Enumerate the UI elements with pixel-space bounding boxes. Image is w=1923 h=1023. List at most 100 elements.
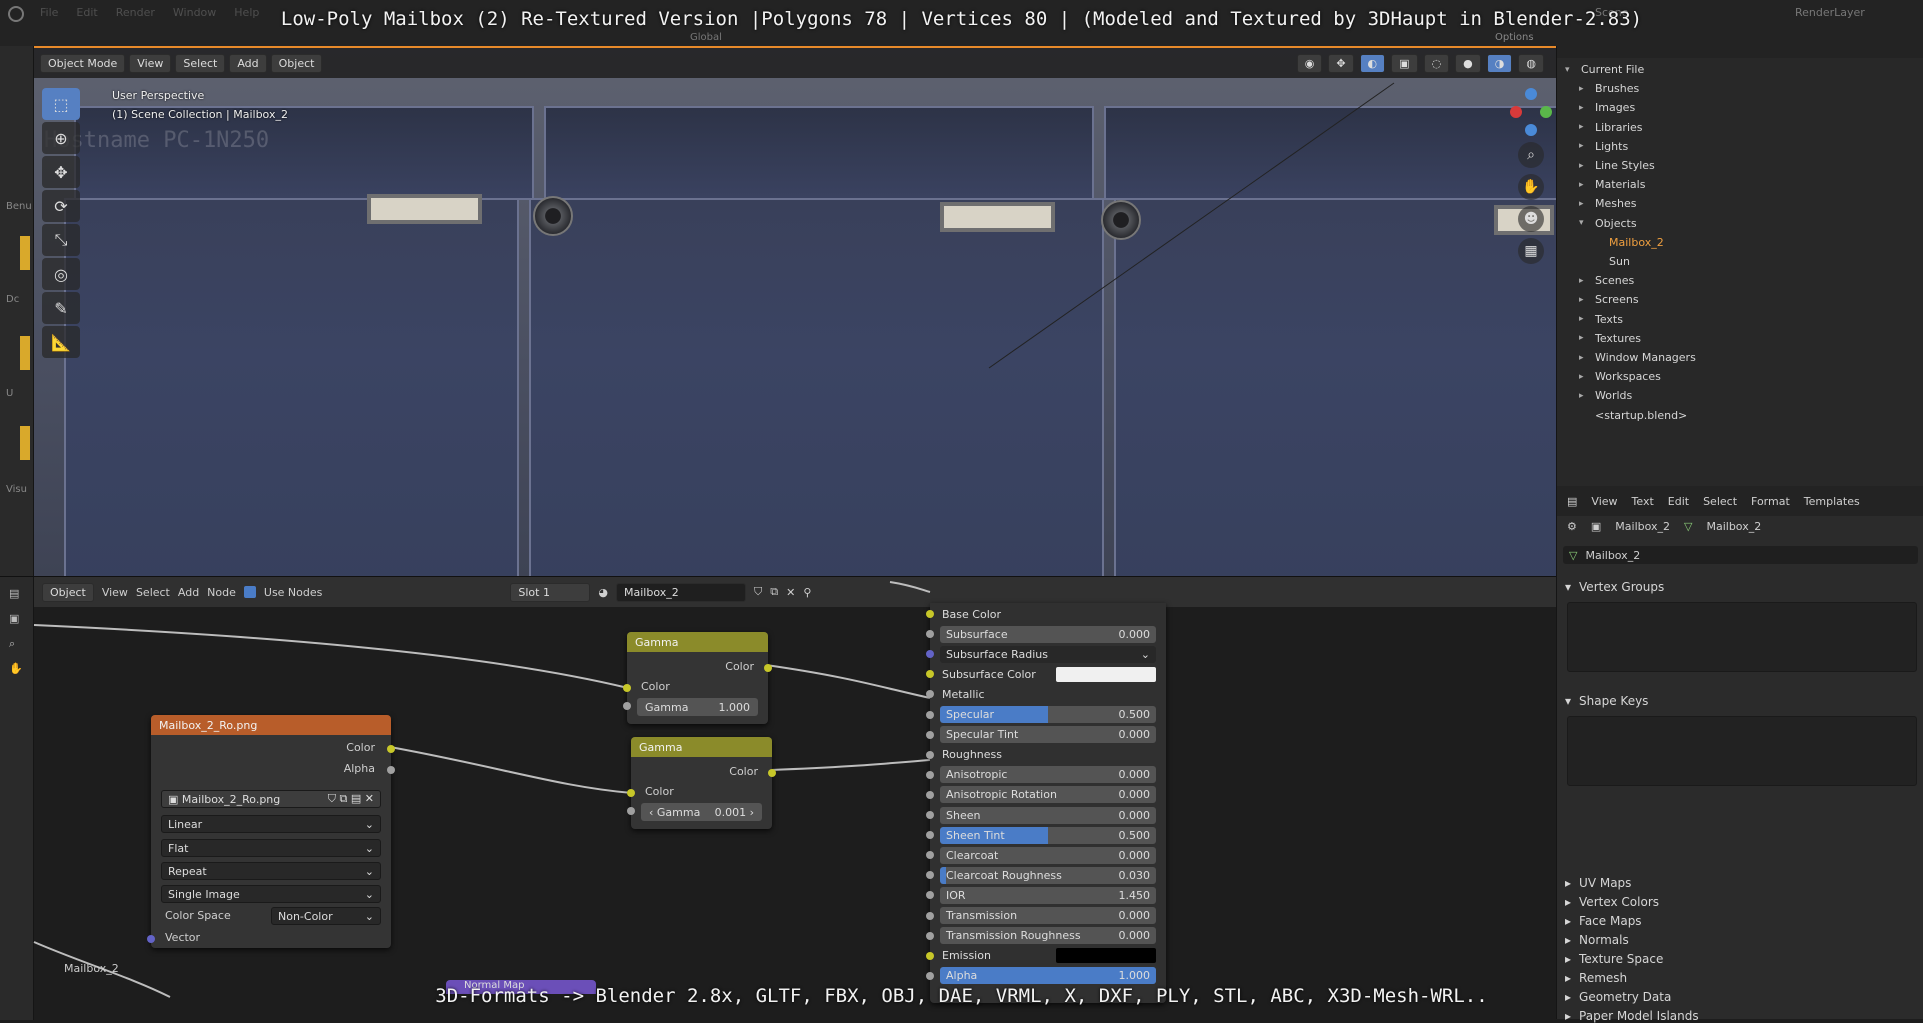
bsdf-value-field[interactable]: Sheen 0.000 <box>940 806 1156 824</box>
bsdf-socket[interactable] <box>926 770 934 779</box>
expand-closed-icon[interactable]: ▸ <box>1579 161 1589 171</box>
bsdf-socket[interactable] <box>926 730 934 739</box>
bsdf-input-anisotropic-rotation[interactable]: Anisotropic Rotation 0.000 <box>926 786 1170 804</box>
outliner-item[interactable]: ▸ Meshes <box>1579 194 1636 213</box>
expand-open-icon[interactable]: ▾ <box>1579 218 1589 228</box>
image-actions-icon[interactable]: ⛉ ⧉ ▤ ✕ <box>328 792 374 806</box>
bsdf-value-field[interactable]: Anisotropic 0.000 <box>940 766 1156 784</box>
outliner-item[interactable]: ▸ Materials <box>1579 175 1645 194</box>
expand-closed-icon[interactable]: ▸ <box>1579 84 1589 94</box>
bsdf-value-field[interactable]: Anisotropic Rotation 0.000 <box>940 786 1156 804</box>
visibility-icon[interactable]: ◉ <box>1296 53 1323 73</box>
section-vertex-colors[interactable]: ▸ Vertex Colors <box>1565 895 1659 909</box>
gamma-1-output-socket[interactable] <box>764 664 772 672</box>
outliner-item[interactable]: ▾ Current File <box>1565 60 1644 79</box>
outliner-item[interactable]: ▸ Workspaces <box>1579 367 1661 386</box>
image-color-output-socket[interactable] <box>387 745 395 753</box>
bsdf-socket[interactable] <box>926 871 934 880</box>
expand-closed-icon[interactable]: ▸ <box>1579 122 1589 132</box>
bsdf-input-specular-tint[interactable]: Specular Tint 0.000 <box>926 726 1170 744</box>
outliner-item[interactable]: ▸ Libraries <box>1579 118 1643 137</box>
bsdf-input-metallic[interactable]: Metallic <box>926 685 1170 703</box>
outliner-item[interactable]: ▸ Images <box>1579 98 1635 117</box>
expand-closed-icon[interactable]: ▸ <box>1579 295 1589 305</box>
bsdf-value-field[interactable]: IOR 1.450 <box>940 886 1156 904</box>
image-alpha-output-socket[interactable] <box>387 766 395 774</box>
3d-viewport[interactable]: Object Mode View Select Add Object ◉ ✥ ◐… <box>34 46 1556 576</box>
bsdf-socket[interactable] <box>926 851 934 860</box>
bsdf-value-field[interactable]: Subsurface 0.000 <box>940 625 1156 643</box>
shader-node-editor[interactable]: ▤ ▣ ⌕ ✋ Object View Select Add Node Use … <box>0 576 1556 1020</box>
gamma-node-1[interactable]: Gamma Color Color Gamma 1.000 <box>623 632 772 724</box>
image-browse-icon[interactable]: ▣ <box>168 793 178 806</box>
outliner-item[interactable]: ▸ Brushes <box>1579 79 1639 98</box>
projection-dropdown[interactable]: Flat ⌄ <box>161 839 381 857</box>
bsdf-input-base-color[interactable]: Base Color <box>926 605 1170 623</box>
bsdf-input-transmission[interactable]: Transmission 0.000 <box>926 907 1170 925</box>
mesh-data-name[interactable]: Mailbox_2 <box>1585 549 1640 562</box>
bsdf-socket[interactable] <box>926 831 934 840</box>
expand-closed-icon[interactable]: ▸ <box>1579 141 1589 151</box>
rotate-icon[interactable]: ⟳ <box>42 190 80 222</box>
bsdf-input-sheen[interactable]: Sheen 0.000 <box>926 806 1170 824</box>
gamma-2-output-socket[interactable] <box>768 769 776 777</box>
breadcrumb-mesh[interactable]: Mailbox_2 <box>1706 520 1761 533</box>
camera-view-icon[interactable]: ☻ <box>1518 206 1544 232</box>
section-paper-model-islands[interactable]: ▸ Paper Model Islands <box>1565 1009 1699 1023</box>
viewport-menu-add[interactable]: Add <box>229 53 267 73</box>
options-dropdown[interactable]: Options <box>1495 32 1534 43</box>
bsdf-input-subsurface[interactable]: Subsurface 0.000 <box>926 625 1170 643</box>
props-menu-view[interactable]: View <box>1591 495 1617 508</box>
wireframe-shading-icon[interactable]: ◌ <box>1423 53 1450 73</box>
expand-closed-icon[interactable]: ▸ <box>1579 333 1589 343</box>
gamma-node-2-header[interactable]: Gamma <box>631 737 772 757</box>
mesh-datablock-field[interactable]: ▽ Mailbox_2 <box>1563 546 1918 564</box>
outliner-item[interactable]: ▾ Objects <box>1579 214 1637 233</box>
bsdf-input-sheen-tint[interactable]: Sheen Tint 0.500 <box>926 826 1170 844</box>
extension-dropdown[interactable]: Repeat ⌄ <box>161 862 381 880</box>
outliner-item[interactable]: ▸ Screens <box>1579 290 1639 309</box>
breadcrumb-object[interactable]: Mailbox_2 <box>1615 520 1670 533</box>
bsdf-socket[interactable] <box>926 911 934 920</box>
bsdf-input-ior[interactable]: IOR 1.450 <box>926 886 1170 904</box>
expand-open-icon[interactable]: ▾ <box>1565 65 1575 75</box>
expand-closed-icon[interactable]: ▸ <box>1579 103 1589 113</box>
object-mode-dropdown[interactable]: Object Mode <box>40 53 126 73</box>
solid-shading-icon[interactable]: ● <box>1455 53 1481 73</box>
expand-closed-icon[interactable]: ▸ <box>1579 276 1589 286</box>
gamma-2-param-socket[interactable] <box>627 807 635 815</box>
gamma-node-2[interactable]: Gamma Color Color ‹ Gamma 0.001 › <box>627 737 776 829</box>
viewport-menu-view[interactable]: View <box>129 53 172 73</box>
measure-icon[interactable]: 📐 <box>42 326 80 358</box>
bsdf-input-subsurface-radius[interactable]: Subsurface Radius ⌄ <box>926 645 1170 663</box>
shape-keys-list[interactable] <box>1567 716 1917 786</box>
bsdf-input-specular[interactable]: Specular 0.500 <box>926 706 1170 724</box>
outliner-item[interactable]: ▸ Texts <box>1579 310 1623 329</box>
bsdf-value-field[interactable]: Clearcoat Roughness 0.030 <box>940 866 1156 884</box>
color-space-dropdown[interactable]: Non-Color ⌄ <box>271 907 381 925</box>
outliner-item[interactable]: Mailbox_2 <box>1593 233 1664 252</box>
section-remesh[interactable]: ▸ Remesh <box>1565 971 1627 985</box>
section-normals[interactable]: ▸ Normals <box>1565 933 1629 947</box>
section-texture-space[interactable]: ▸ Texture Space <box>1565 952 1663 966</box>
bsdf-socket[interactable] <box>926 811 934 819</box>
color-swatch[interactable] <box>1056 666 1156 682</box>
bsdf-socket[interactable] <box>926 951 934 960</box>
bsdf-socket[interactable] <box>926 710 934 719</box>
expand-closed-icon[interactable]: ▸ <box>1579 314 1589 324</box>
bsdf-input-emission[interactable]: Emission <box>926 947 1170 965</box>
bsdf-dropdown[interactable]: Subsurface Radius ⌄ <box>940 645 1156 663</box>
vertex-groups-list[interactable] <box>1567 602 1917 672</box>
editor-type-icon[interactable]: ▤ <box>1567 495 1577 508</box>
expand-closed-icon[interactable]: ▸ <box>1579 199 1589 209</box>
section-uv-maps[interactable]: ▸ UV Maps <box>1565 876 1631 890</box>
color-swatch[interactable] <box>1056 948 1156 964</box>
material-shading-icon[interactable]: ◑ <box>1486 53 1513 73</box>
bsdf-socket[interactable] <box>926 630 934 639</box>
bsdf-input-transmission-roughness[interactable]: Transmission Roughness 0.000 <box>926 927 1170 945</box>
bsdf-input-anisotropic[interactable]: Anisotropic 0.000 <box>926 766 1170 784</box>
move-icon[interactable]: ✥ <box>42 156 80 188</box>
bsdf-value-field[interactable]: Transmission Roughness 0.000 <box>940 927 1156 945</box>
bsdf-input-subsurface-color[interactable]: Subsurface Color <box>926 665 1170 683</box>
ortho-grid-icon[interactable]: ▦ <box>1518 238 1544 264</box>
